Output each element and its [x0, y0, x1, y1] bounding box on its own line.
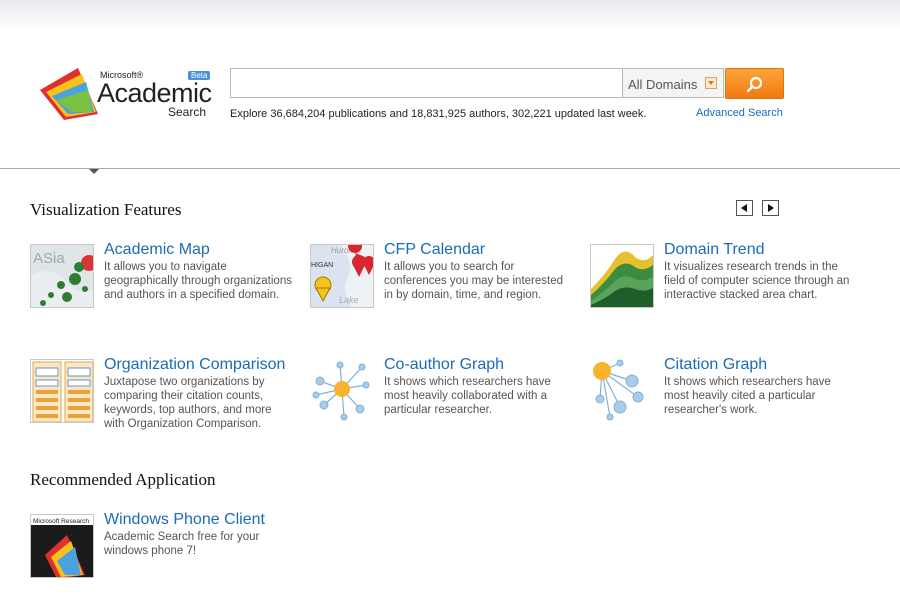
advanced-search-link[interactable]: Advanced Search [696, 107, 783, 119]
app-title[interactable]: Windows Phone Client [104, 511, 265, 529]
feature-citation-graph[interactable]: Citation Graph It shows which researcher… [590, 356, 860, 439]
header-divider [0, 168, 900, 169]
app-description: Academic Search free for your windows ph… [104, 531, 260, 557]
coauthor-graph-thumbnail[interactable] [310, 359, 374, 423]
map-label-michigan: HIGAN [311, 262, 333, 269]
feature-description: It allows you to search for conferences … [384, 261, 563, 301]
previous-arrow-icon[interactable] [736, 200, 753, 216]
organization-comparison-thumbnail[interactable] [30, 359, 94, 423]
domain-select-value: All Domains [628, 77, 698, 92]
feature-organization-comparison[interactable]: Organization Comparison Juxtapose two or… [30, 356, 300, 439]
feature-description: It visualizes research trends in the fie… [664, 261, 850, 301]
feature-title[interactable]: Organization Comparison [104, 356, 285, 374]
caret-down-icon [89, 169, 99, 174]
citation-graph-icon [593, 359, 644, 421]
logo-search-text: Search [168, 105, 207, 119]
feature-description: It shows which researchers have most hea… [384, 376, 551, 416]
academic-search-app-icon: Microsoft Research [31, 515, 93, 577]
feature-title[interactable]: Co-author Graph [384, 356, 504, 374]
domain-select[interactable]: All Domains [622, 68, 724, 98]
comparison-table-icon [31, 360, 93, 422]
cfp-calendar-thumbnail[interactable]: Huron HIGAN Lake [310, 244, 374, 308]
feature-description: It allows you to navigate geographically… [104, 261, 292, 301]
feature-description: Juxtapose two organizations by comparing… [104, 376, 272, 430]
stacked-area-chart-icon [591, 245, 653, 307]
feature-title[interactable]: Citation Graph [664, 356, 767, 374]
thumb-microsoft-research-label: Microsoft Research [33, 518, 89, 525]
feature-title[interactable]: Domain Trend [664, 241, 765, 259]
feature-description: It shows which researchers have most hea… [664, 376, 831, 416]
search-input[interactable] [230, 68, 623, 98]
top-band [0, 0, 900, 30]
network-graph-icon [312, 361, 370, 421]
app-windows-phone-client[interactable]: Microsoft Research Windows Phone Client … [30, 511, 300, 594]
next-arrow-icon[interactable] [762, 200, 779, 216]
feature-title[interactable]: Academic Map [104, 241, 210, 259]
recommended-application-heading: Recommended Application [30, 470, 216, 489]
visualization-features-heading: Visualization Features [30, 200, 182, 219]
feature-domain-trend[interactable]: Domain Trend It visualizes research tren… [590, 241, 860, 324]
citation-graph-thumbnail[interactable] [590, 359, 654, 423]
feature-coauthor-graph[interactable]: Co-author Graph It shows which researche… [310, 356, 580, 439]
map-label-lake: Lake [339, 295, 359, 305]
map-icon: ASia [31, 245, 93, 307]
search-button[interactable] [725, 68, 784, 99]
explore-stats-text: Explore 36,684,204 publications and 18,8… [230, 108, 647, 120]
chevron-down-icon[interactable] [705, 77, 717, 89]
feature-cfp-calendar[interactable]: Huron HIGAN Lake CFP Calendar It allows … [310, 241, 580, 324]
feature-academic-map[interactable]: ASia Academic Map It allows you to navig… [30, 241, 300, 324]
map-label-asia: ASia [33, 250, 65, 267]
academic-map-thumbnail[interactable]: ASia [30, 244, 94, 308]
search-icon [746, 76, 763, 93]
windows-phone-client-thumbnail[interactable]: Microsoft Research [30, 514, 94, 578]
domain-trend-thumbnail[interactable] [590, 244, 654, 308]
feature-title[interactable]: CFP Calendar [384, 241, 485, 259]
map-pin-icon: Huron HIGAN Lake [311, 245, 373, 307]
